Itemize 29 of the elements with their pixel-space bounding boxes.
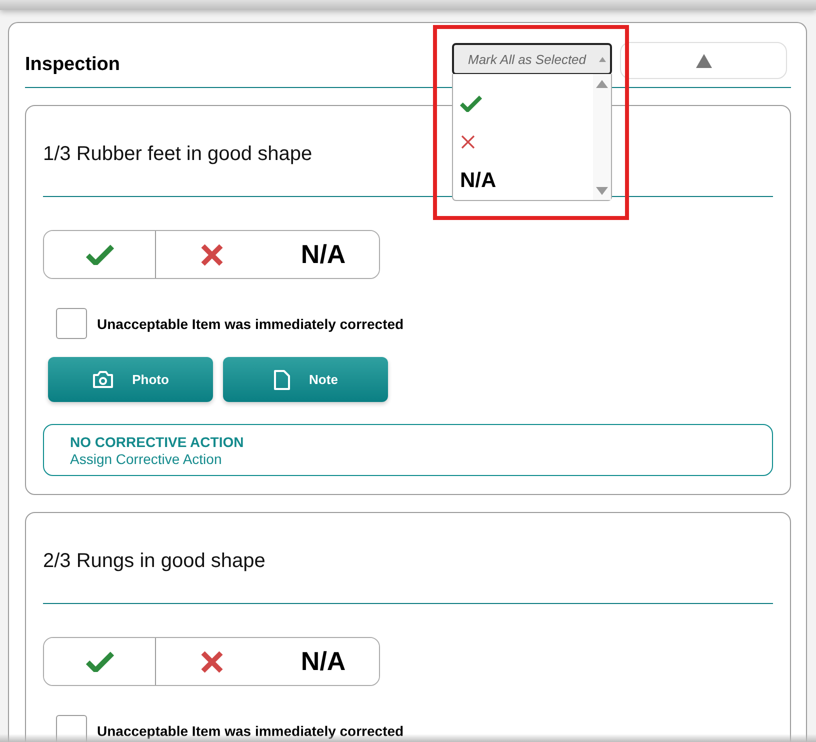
- assign-link[interactable]: Assign Corrective Action: [70, 451, 746, 467]
- item-title: 2/3 Rungs in good shape: [43, 513, 773, 604]
- triangle-up-icon: [696, 54, 712, 68]
- corrective-action-panel[interactable]: NO CORRECTIVE ACTION Assign Corrective Action: [43, 424, 773, 476]
- scrollbar[interactable]: [593, 74, 611, 200]
- cross-icon: [200, 650, 224, 674]
- camera-icon: [92, 370, 114, 389]
- checkbox[interactable]: [56, 308, 87, 339]
- section-title: Inspection: [25, 54, 120, 76]
- checkbox[interactable]: [56, 715, 87, 742]
- check-icon: [86, 244, 114, 266]
- document-icon: [273, 368, 292, 390]
- checkbox-label: Unacceptable Item was immediately corrected: [97, 316, 404, 332]
- mark-all-dropdown[interactable]: Mark All as Selected: [452, 43, 612, 75]
- check-icon: [460, 94, 482, 112]
- dropdown-option[interactable]: N/A: [460, 161, 593, 200]
- photo-button[interactable]: Photo: [48, 357, 213, 402]
- answer-button[interactable]: [44, 638, 156, 685]
- check-icon: [86, 650, 114, 672]
- note-button[interactable]: Note: [223, 357, 388, 402]
- caret-icon: [599, 56, 606, 62]
- answer-button[interactable]: [44, 231, 156, 278]
- cross-icon: [460, 134, 476, 150]
- corrective-action-status: NO CORRECTIVE ACTION: [70, 434, 245, 450]
- checkbox-label: Unacceptable Item was immediately corrected: [97, 722, 404, 738]
- scroll-down-icon: [596, 187, 608, 195]
- cross-icon: [200, 242, 224, 266]
- scroll-up-icon: [596, 80, 608, 88]
- collapse-button[interactable]: [620, 42, 787, 79]
